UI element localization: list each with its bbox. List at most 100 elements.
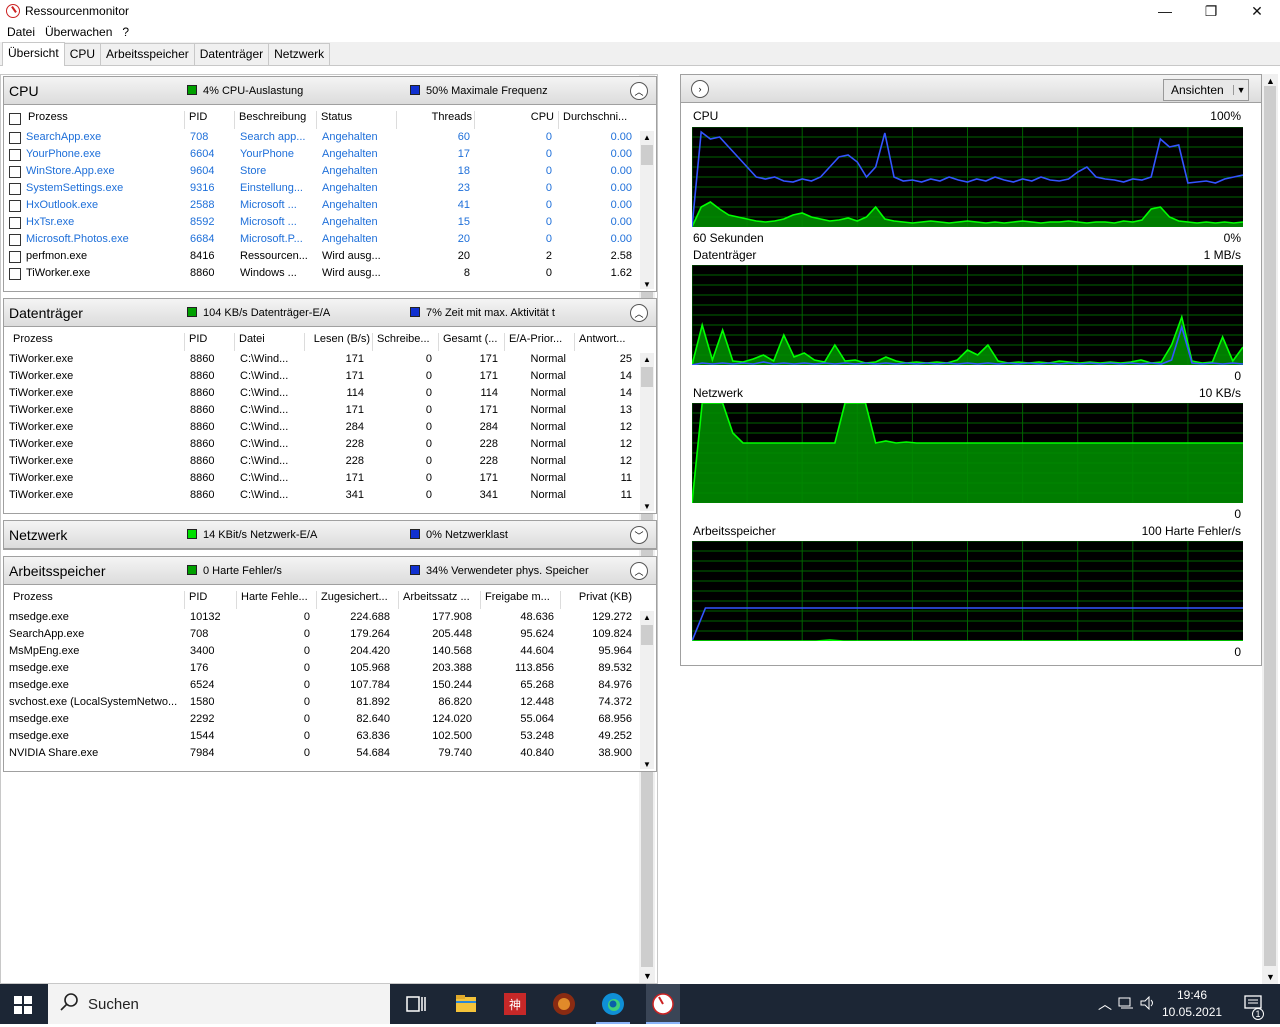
process-checkbox[interactable] — [9, 251, 21, 263]
menu-datei[interactable]: Datei — [2, 25, 40, 39]
maximize-button[interactable]: ❐ — [1188, 0, 1234, 22]
process-checkbox[interactable] — [9, 183, 21, 195]
table-row[interactable]: TiWorker.exe 8860 C:\Wind... 284 0 284 Normal 1… — [4, 419, 656, 436]
col-pid[interactable]: PID — [184, 111, 207, 129]
col-cpu[interactable]: CPU — [474, 111, 554, 129]
col-prozess[interactable]: Prozess — [24, 111, 68, 129]
col-schreiben[interactable]: Schreibe... — [372, 333, 430, 351]
table-row[interactable]: msedge.exe 6524 0 107.784 150.244 65.268 84.97… — [4, 677, 656, 694]
table-row[interactable]: svchost.exe (LocalSystemNetwo... 1580 0 81.… — [4, 694, 656, 711]
col-prozess[interactable]: Prozess — [9, 333, 53, 351]
table-row[interactable]: SystemSettings.exe 9316 Einstellung... Ange… — [4, 180, 656, 197]
file-explorer-icon[interactable] — [454, 992, 478, 1016]
table-row[interactable]: HxOutlook.exe 2588 Microsoft ... Angehalten… — [4, 197, 656, 214]
tab-arbeitsspeicher[interactable]: Arbeitsspeicher — [100, 43, 195, 65]
tab-datentraeger[interactable]: Datenträger — [193, 43, 270, 65]
col-status[interactable]: Status — [316, 111, 352, 129]
table-row[interactable]: TiWorker.exe 8860 C:\Wind... 171 0 171 Normal 1… — [4, 368, 656, 385]
app-red-icon[interactable]: 神 — [503, 992, 527, 1016]
table-row[interactable]: msedge.exe 176 0 105.968 203.388 113.856 89.53… — [4, 660, 656, 677]
tab-uebersicht[interactable]: Übersicht — [2, 42, 65, 66]
table-row[interactable]: SearchApp.exe 708 Search app... Angehalten 6… — [4, 129, 656, 146]
table-row[interactable]: WinStore.App.exe 9604 Store Angehalten 18 0 0.… — [4, 163, 656, 180]
cell-pid: 8860 — [190, 387, 215, 399]
table-row[interactable]: msedge.exe 1544 0 63.836 102.500 53.248 49.252 — [4, 728, 656, 745]
process-checkbox[interactable] — [9, 234, 21, 246]
process-checkbox[interactable] — [9, 132, 21, 144]
task-view-icon[interactable] — [404, 992, 428, 1016]
volume-icon[interactable] — [1140, 995, 1156, 1013]
windows-start-icon[interactable] — [14, 996, 32, 1014]
collapse-chevron-up-icon[interactable]: ︿ — [630, 562, 648, 580]
edge-browser-icon[interactable] — [601, 992, 625, 1016]
disk-section-header[interactable]: Datenträger 104 KB/s Datenträger-E/A 7% … — [4, 299, 656, 327]
col-durchschnitt[interactable]: Durchschni... — [558, 111, 627, 129]
game-app-icon[interactable] — [552, 992, 576, 1016]
process-checkbox[interactable] — [9, 217, 21, 229]
right-pane-scrollbar[interactable]: ▲ ▼ — [1262, 74, 1278, 984]
table-row[interactable]: TiWorker.exe 8860 Windows ... Wird ausg... 8… — [4, 265, 656, 282]
table-row[interactable]: HxTsr.exe 8592 Microsoft ... Angehalten 15 0 0… — [4, 214, 656, 231]
disk-io-stat: 104 KB/s Datenträger-E/A — [203, 307, 331, 319]
memory-table-scrollbar[interactable]: ▲ ▼ — [640, 611, 654, 769]
col-lesen[interactable]: Lesen (B/s) — [304, 333, 370, 351]
tab-netzwerk[interactable]: Netzwerk — [268, 43, 331, 65]
table-row[interactable]: Microsoft.Photos.exe 6684 Microsoft.P... An… — [4, 231, 656, 248]
col-arbeitssatz[interactable]: Arbeitssatz ... — [398, 591, 470, 609]
col-ea-prioritaet[interactable]: E/A-Prior... — [504, 333, 562, 351]
tab-cpu[interactable]: CPU — [63, 43, 102, 65]
cpu-table-scrollbar[interactable]: ▲ ▼ — [640, 131, 654, 289]
green-legend-icon — [187, 307, 197, 317]
resource-monitor-taskbar-button[interactable] — [646, 984, 680, 1024]
clock-date[interactable]: 10.05.2021 — [1162, 1005, 1222, 1019]
process-checkbox[interactable] — [9, 268, 21, 280]
chevron-up-icon[interactable]: ︿ — [1098, 994, 1112, 1014]
col-threads[interactable]: Threads — [396, 111, 472, 129]
table-row[interactable]: TiWorker.exe 8860 C:\Wind... 171 0 171 Normal 1… — [4, 402, 656, 419]
collapse-chevron-up-icon[interactable]: ︿ — [630, 304, 648, 322]
cpu-section-header[interactable]: CPU 4% CPU-Auslastung 50% Maximale Frequ… — [4, 77, 656, 105]
process-checkbox[interactable] — [9, 149, 21, 161]
table-row[interactable]: SearchApp.exe 708 0 179.264 205.448 95.624 109… — [4, 626, 656, 643]
table-row[interactable]: TiWorker.exe 8860 C:\Wind... 171 0 171 Normal 1… — [4, 470, 656, 487]
table-row[interactable]: TiWorker.exe 8860 C:\Wind... 228 0 228 Normal 1… — [4, 436, 656, 453]
disk-table-scrollbar[interactable]: ▲ ▼ — [640, 353, 654, 511]
select-all-checkbox[interactable] — [9, 113, 21, 125]
col-harte-fehler[interactable]: Harte Fehle... — [236, 591, 308, 609]
taskbar-search-box[interactable]: Suchen — [48, 984, 390, 1024]
col-antwortzeit[interactable]: Antwort... — [574, 333, 625, 351]
table-row[interactable]: TiWorker.exe 8860 C:\Wind... 114 0 114 Normal 1… — [4, 385, 656, 402]
collapse-chevron-right-icon[interactable]: › — [691, 80, 709, 98]
col-gesamt[interactable]: Gesamt (... — [438, 333, 497, 351]
table-row[interactable]: TiWorker.exe 8860 C:\Wind... 171 0 171 Normal 2… — [4, 351, 656, 368]
table-row[interactable]: NVIDIA Share.exe 7984 0 54.684 79.740 40.840 3… — [4, 745, 656, 762]
process-checkbox[interactable] — [9, 166, 21, 178]
close-button[interactable]: ✕ — [1234, 0, 1280, 22]
col-privat[interactable]: Privat (KB) — [560, 591, 632, 609]
table-row[interactable]: YourPhone.exe 6604 YourPhone Angehalten 17 0 0… — [4, 146, 656, 163]
table-row[interactable]: MsMpEng.exe 3400 0 204.420 140.568 44.604 95.9… — [4, 643, 656, 660]
col-pid[interactable]: PID — [184, 333, 207, 351]
collapse-chevron-up-icon[interactable]: ︿ — [630, 82, 648, 100]
menu-help[interactable]: ? — [117, 25, 134, 39]
network-icon[interactable] — [1118, 996, 1134, 1013]
clock-time[interactable]: 19:46 — [1162, 988, 1222, 1002]
col-freigabe[interactable]: Freigabe m... — [480, 591, 550, 609]
table-row[interactable]: msedge.exe 2292 0 82.640 124.020 55.064 68.956 — [4, 711, 656, 728]
col-beschreibung[interactable]: Beschreibung — [234, 111, 306, 129]
memory-section-header[interactable]: Arbeitsspeicher 0 Harte Fehler/s 34% Ver… — [4, 557, 656, 585]
network-section-header[interactable]: Netzwerk 14 KBit/s Netzwerk-E/A 0% Netzw… — [4, 521, 656, 549]
menu-ueberwachen[interactable]: Überwachen — [40, 25, 117, 39]
col-pid[interactable]: PID — [184, 591, 207, 609]
table-row[interactable]: TiWorker.exe 8860 C:\Wind... 228 0 228 Normal 1… — [4, 453, 656, 470]
process-checkbox[interactable] — [9, 200, 21, 212]
col-datei[interactable]: Datei — [234, 333, 265, 351]
table-row[interactable]: msedge.exe 10132 0 224.688 177.908 48.636 129.… — [4, 609, 656, 626]
ansichten-button[interactable]: Ansichten ▼ — [1163, 79, 1249, 101]
table-row[interactable]: perfmon.exe 8416 Ressourcen... Wird ausg...… — [4, 248, 656, 265]
table-row[interactable]: TiWorker.exe 8860 C:\Wind... 341 0 341 Normal 1… — [4, 487, 656, 504]
col-prozess[interactable]: Prozess — [9, 591, 53, 609]
expand-chevron-down-icon[interactable]: ﹀ — [630, 526, 648, 544]
col-zugesichert[interactable]: Zugesichert... — [316, 591, 388, 609]
minimize-button[interactable]: — — [1142, 0, 1188, 22]
